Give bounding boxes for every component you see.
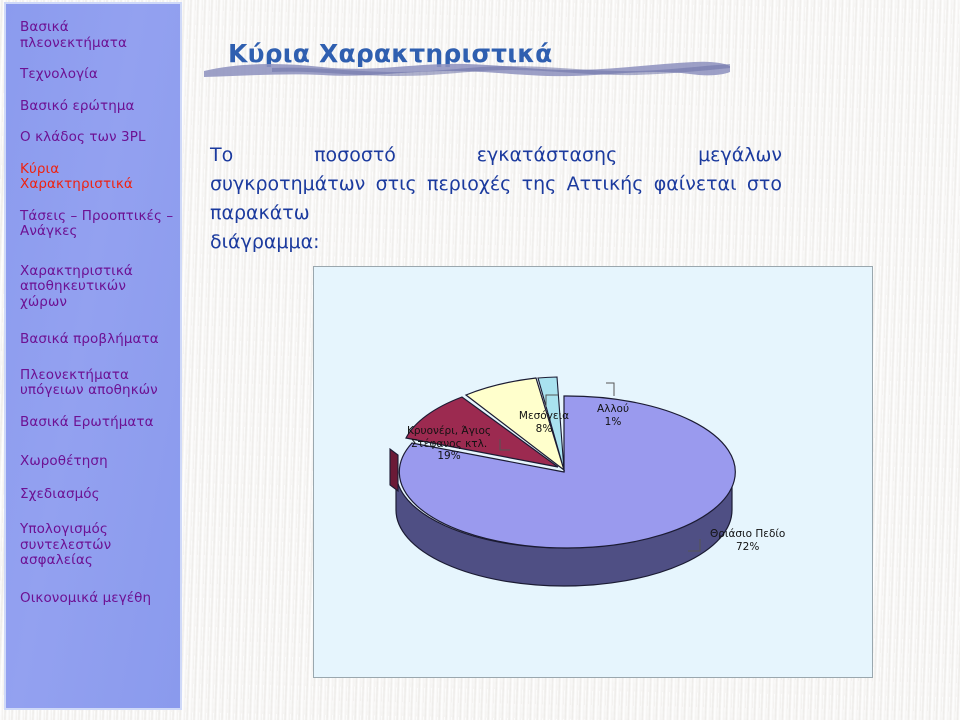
pie-label-thriasio: Θριάσιο Πεδίο 72% — [710, 528, 820, 553]
pie-chart-graphic — [389, 376, 736, 587]
pie-label-allou: Αλλού 1% — [586, 403, 640, 428]
sidebar-item-ypologismos-syntelestion[interactable]: Υπολογισμός συντελεστών ασφαλείας — [6, 521, 180, 569]
pie-label-thriasio-value: 72% — [736, 540, 760, 553]
body-line-1: Το ποσοστό εγκατάστασης μεγάλων — [210, 144, 782, 166]
sidebar-item-kyria-xaraktiristika[interactable]: Κύρια Χαρακτηριστικά — [6, 161, 180, 193]
sidebar-item-basiko-erotima[interactable]: Βασικό ερώτημα — [6, 98, 180, 115]
sidebar-navigation: Βασικά πλεονεκτήματα Τεχνολογία Βασικό ε… — [4, 2, 182, 710]
body-line-2: συγκροτημάτων στις περιοχές της Αττικής … — [210, 173, 782, 224]
body-paragraph: Το ποσοστό εγκατάστασης μεγάλων συγκροτη… — [210, 141, 782, 257]
pie-label-kryoneri-line1: Κρυονέρι, Άγιος — [406, 425, 492, 437]
sidebar-item-xorothetisi[interactable]: Χωροθέτηση — [6, 453, 180, 470]
sidebar-item-texnologia[interactable]: Τεχνολογία — [6, 66, 180, 83]
pie-label-allou-value: 1% — [604, 415, 622, 428]
leader-line-allou — [606, 382, 615, 396]
sidebar-item-pleonektimata-ypogeion[interactable]: Πλεονεκτήματα υπόγειων αποθηκών — [6, 367, 180, 399]
sidebar-item-basika-provlimata[interactable]: Βασικά προβλήματα — [6, 331, 180, 348]
sidebar-item-oikonomika-megethi[interactable]: Οικονομικά μεγέθη — [6, 590, 180, 607]
pie-chart-container: Κρυονέρι, Άγιος Στέφανος κτλ. 19% Μεσόγε… — [313, 266, 873, 678]
wave-divider-decoration — [204, 61, 730, 77]
sidebar-item-taseis-prooptikes[interactable]: Τάσεις – Προοπτικές – Ανάγκες — [6, 208, 180, 240]
sidebar-item-o-klados-ton-3pl[interactable]: Ο κλάδος των 3PL — [6, 129, 180, 146]
pie-label-mesogeia-line1: Μεσόγεια — [518, 410, 570, 422]
sidebar-item-basika-pleonektimata[interactable]: Βασικά πλεονεκτήματα — [6, 19, 180, 51]
body-line-3: διάγραμμα: — [210, 231, 320, 253]
pie-label-kryoneri: Κρυονέρι, Άγιος Στέφανος κτλ. 19% — [390, 425, 508, 463]
pie-label-thriasio-line1: Θριάσιο Πεδίο — [710, 528, 786, 540]
pie-label-kryoneri-value: 19% — [437, 450, 461, 462]
pie-label-kryoneri-line2: Στέφανος κτλ. — [410, 437, 488, 450]
pie-label-mesogeia: Μεσόγεια 8% — [506, 410, 582, 435]
sidebar-item-basika-erotimata[interactable]: Βασικά Ερωτήματα — [6, 414, 180, 431]
sidebar-item-xaraktiristika-apothikeftikon[interactable]: Χαρακτηριστικά αποθηκευτικών χώρων — [6, 263, 180, 311]
pie-label-mesogeia-value: 8% — [535, 422, 553, 435]
sidebar-item-sxediasmos[interactable]: Σχεδιασμός — [6, 486, 180, 503]
pie-label-allou-line1: Αλλού — [596, 403, 630, 415]
slide-canvas: Βασικά πλεονεκτήματα Τεχνολογία Βασικό ε… — [0, 0, 960, 720]
